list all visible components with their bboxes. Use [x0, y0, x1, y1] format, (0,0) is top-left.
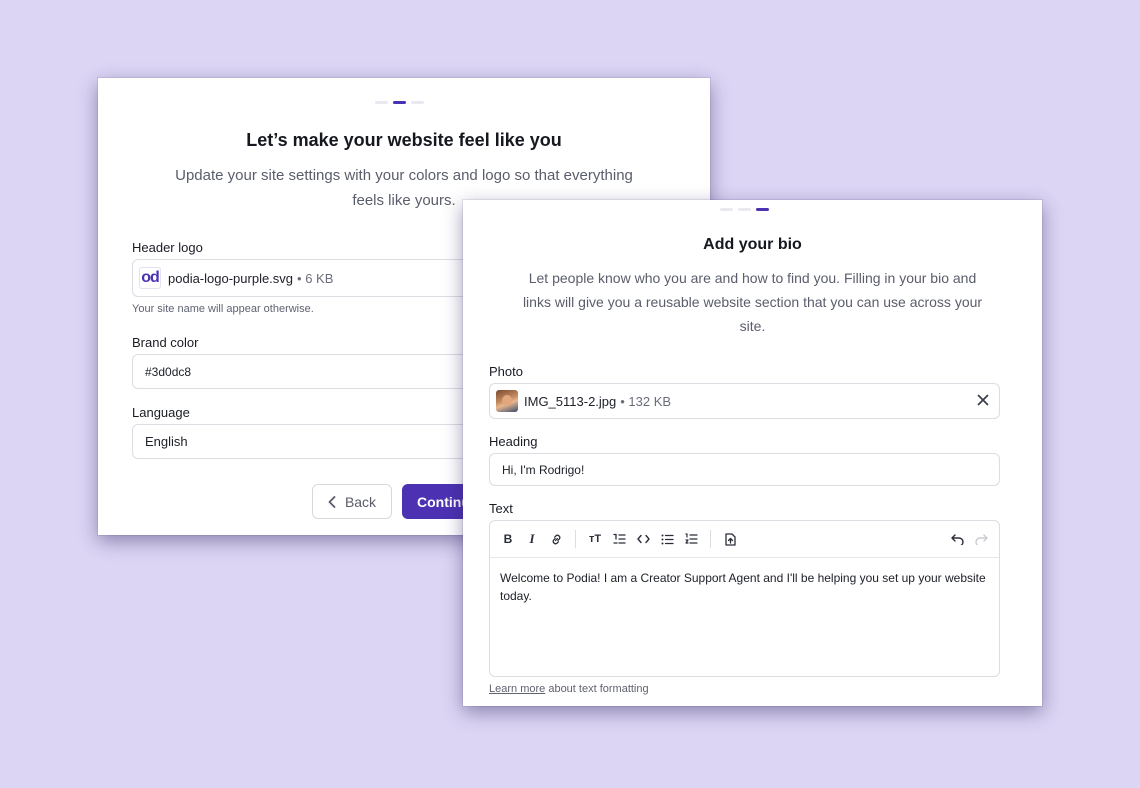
bold-icon[interactable]: B [496, 527, 520, 551]
language-value: English [145, 434, 188, 449]
brand-color-value: #3d0dc8 [145, 364, 192, 379]
toolbar-divider [575, 530, 576, 548]
back-button-label: Back [344, 493, 377, 510]
back-button[interactable]: Back [312, 484, 392, 519]
photo-file-size: • 132 KB [620, 393, 672, 409]
header-logo-hint: Your site name will appear otherwise. [132, 303, 314, 315]
undo-icon[interactable] [945, 527, 969, 551]
editor-toolbar: B I ᴛT [490, 521, 999, 558]
heading-input[interactable]: Hi, I'm Rodrigo! [489, 453, 1000, 486]
text-label: Text [489, 501, 513, 516]
logo-file-name: podia-logo-purple.svg [168, 270, 294, 286]
redo-icon[interactable] [969, 527, 993, 551]
bio-card: Add your bio Let people know who you are… [463, 200, 1042, 706]
chevron-left-icon [328, 495, 336, 508]
code-icon[interactable] [631, 527, 655, 551]
photo-thumbnail [496, 390, 518, 412]
step-indicator [375, 101, 424, 104]
website-title: Let’s make your website feel like you [246, 130, 562, 150]
learn-more-suffix: about text formatting [548, 683, 649, 695]
photo-label: Photo [489, 364, 523, 379]
editor-content[interactable]: Welcome to Podia! I am a Creator Support… [490, 558, 999, 616]
brand-color-label: Brand color [132, 335, 199, 350]
logo-file-size: • 6 KB [297, 270, 334, 286]
numbered-list-icon[interactable] [679, 527, 703, 551]
step-dot [411, 101, 424, 104]
insert-file-icon[interactable] [718, 527, 742, 551]
text-editor[interactable]: B I ᴛT Welcome to Podia! I am a Creator … [489, 520, 1000, 677]
photo-field[interactable]: IMG_5113-2.jpg • 132 KB [489, 383, 1000, 419]
photo-file-name: IMG_5113-2.jpg [524, 393, 617, 409]
step-indicator [720, 208, 769, 211]
podia-logo-icon: od [139, 267, 161, 289]
step-dot-active [756, 208, 769, 211]
step-dot [375, 101, 388, 104]
text-size-icon[interactable]: ᴛT [583, 527, 607, 551]
heading-value: Hi, I'm Rodrigo! [502, 462, 585, 477]
bio-description: Let people know who you are and how to f… [522, 270, 983, 334]
language-label: Language [132, 405, 190, 420]
learn-more-link[interactable]: Learn more [489, 683, 545, 695]
link-icon[interactable] [544, 527, 568, 551]
toolbar-divider [710, 530, 711, 548]
bio-title: Add your bio [703, 236, 802, 253]
italic-icon[interactable]: I [520, 527, 544, 551]
bulleted-list-icon[interactable] [655, 527, 679, 551]
heading-label: Heading [489, 434, 538, 449]
header-logo-label: Header logo [132, 240, 203, 255]
close-icon[interactable] [977, 393, 989, 411]
numbered-heading-icon[interactable] [607, 527, 631, 551]
step-dot-active [393, 101, 406, 104]
step-dot [738, 208, 751, 211]
step-dot [720, 208, 733, 211]
learn-more-text: Learn more about text formatting [489, 683, 649, 695]
